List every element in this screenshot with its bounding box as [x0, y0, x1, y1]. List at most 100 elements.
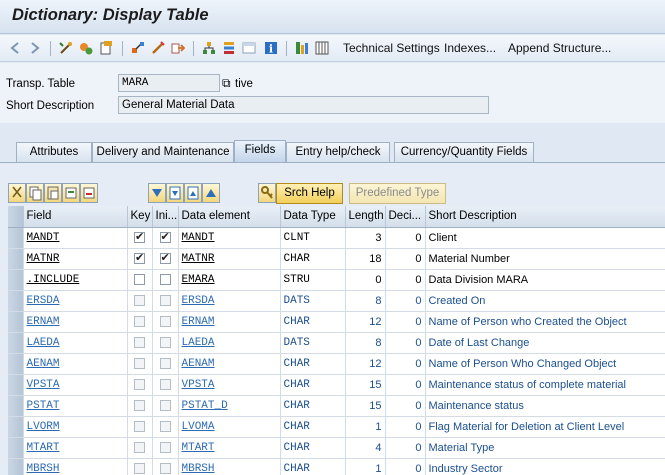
- data-type-cell[interactable]: CLNT: [280, 227, 346, 249]
- initial-cell[interactable]: [152, 332, 179, 354]
- key-cell[interactable]: [127, 458, 153, 475]
- data-type-cell[interactable]: STRU: [280, 269, 346, 291]
- field-name-cell[interactable]: VPSTA: [23, 374, 128, 396]
- key-cell[interactable]: [127, 290, 153, 312]
- decimals-cell[interactable]: 0: [385, 374, 426, 396]
- decimals-cell[interactable]: 0: [385, 269, 426, 291]
- data-element[interactable]: ERNAM: [182, 316, 215, 328]
- length-cell[interactable]: 15: [345, 374, 386, 396]
- data-type-cell[interactable]: CHAR: [280, 311, 346, 333]
- short-description-cell[interactable]: Material Number: [425, 248, 665, 270]
- table-row[interactable]: LAEDA LAEDA DATS 8 0 Date of Last Change: [8, 332, 665, 354]
- display-change-icon[interactable]: [58, 40, 74, 56]
- tab-entry-help-check[interactable]: Entry help/check: [286, 142, 390, 162]
- initial-cell[interactable]: [152, 437, 179, 459]
- data-element-cell[interactable]: AENAM: [178, 353, 281, 375]
- table-row[interactable]: MANDT ✔ ✔ MANDT CLNT 3 0 Client: [8, 227, 665, 249]
- data-element-cell[interactable]: MBRSH: [178, 458, 281, 475]
- row-selector[interactable]: [8, 269, 24, 291]
- short-description-cell[interactable]: Date of Last Change: [425, 332, 665, 354]
- data-element[interactable]: VPSTA: [182, 379, 215, 391]
- key-checkbox[interactable]: [134, 379, 145, 391]
- indexes-button[interactable]: Indexes...: [444, 41, 496, 55]
- key-checkbox[interactable]: ✔: [134, 230, 145, 244]
- decimals-cell[interactable]: 0: [385, 416, 426, 438]
- initial-values-checkbox[interactable]: [159, 463, 171, 475]
- decimals-cell[interactable]: 0: [385, 311, 426, 333]
- data-element[interactable]: EMARA: [182, 274, 215, 286]
- initial-values-checkbox[interactable]: [159, 442, 171, 454]
- srch-help-button[interactable]: Srch Help: [276, 183, 343, 204]
- object-list-icon[interactable]: [150, 40, 166, 56]
- field-name[interactable]: MANDT: [27, 232, 60, 244]
- activate-icon[interactable]: [98, 40, 114, 56]
- field-name-cell[interactable]: ERSDA: [23, 290, 128, 312]
- short-description-cell[interactable]: Created On: [425, 290, 665, 312]
- data-element[interactable]: MBRSH: [182, 463, 215, 475]
- field-name-cell[interactable]: MANDT: [23, 227, 128, 249]
- key-checkbox[interactable]: [134, 337, 145, 349]
- column-header-decimals[interactable]: Deci...: [385, 206, 426, 228]
- initial-cell[interactable]: [152, 269, 179, 291]
- field-name[interactable]: VPSTA: [27, 379, 60, 391]
- delete-row-icon[interactable]: [80, 183, 98, 203]
- data-element[interactable]: MTART: [182, 442, 215, 454]
- cut-icon[interactable]: [8, 183, 26, 203]
- short-description-cell[interactable]: Data Division MARA: [425, 269, 665, 291]
- row-selector[interactable]: [8, 248, 24, 270]
- field-name-cell[interactable]: MBRSH: [23, 458, 128, 475]
- table-row[interactable]: PSTAT PSTAT_D CHAR 15 0 Maintenance status: [8, 395, 665, 417]
- initial-cell[interactable]: [152, 290, 179, 312]
- length-cell[interactable]: 0: [345, 269, 386, 291]
- data-element[interactable]: LVOMA: [182, 421, 215, 433]
- data-type-cell[interactable]: CHAR: [280, 437, 346, 459]
- length-cell[interactable]: 3: [345, 227, 386, 249]
- data-element[interactable]: MANDT: [182, 232, 215, 244]
- short-description-cell[interactable]: Client: [425, 227, 665, 249]
- key-cell[interactable]: [127, 416, 153, 438]
- data-element-cell[interactable]: PSTAT_D: [178, 395, 281, 417]
- tab-currency-quantity-fields[interactable]: Currency/Quantity Fields: [394, 142, 534, 162]
- column-header-length[interactable]: Length: [345, 206, 386, 228]
- key-checkbox[interactable]: [134, 421, 145, 433]
- data-type-cell[interactable]: DATS: [280, 290, 346, 312]
- table-row[interactable]: MBRSH MBRSH CHAR 1 0 Industry Sector: [8, 458, 665, 475]
- length-cell[interactable]: 1: [345, 416, 386, 438]
- data-type-cell[interactable]: CHAR: [280, 248, 346, 270]
- key-cell[interactable]: [127, 437, 153, 459]
- field-name-cell[interactable]: .INCLUDE: [23, 269, 128, 291]
- row-selector[interactable]: [8, 290, 24, 312]
- navigation-icon[interactable]: [170, 40, 186, 56]
- key-checkbox[interactable]: [134, 400, 145, 412]
- key-checkbox[interactable]: [134, 316, 145, 328]
- decimals-cell[interactable]: 0: [385, 227, 426, 249]
- key-cell[interactable]: [127, 269, 153, 291]
- column-header-initial[interactable]: Ini...: [152, 206, 179, 228]
- data-type-cell[interactable]: CHAR: [280, 353, 346, 375]
- field-name-cell[interactable]: MTART: [23, 437, 128, 459]
- tab-fields[interactable]: Fields: [234, 140, 286, 162]
- data-element[interactable]: ERSDA: [182, 295, 215, 307]
- initial-cell[interactable]: [152, 311, 179, 333]
- length-cell[interactable]: 12: [345, 353, 386, 375]
- field-name-cell[interactable]: ERNAM: [23, 311, 128, 333]
- predefined-type-button[interactable]: Predefined Type: [349, 183, 446, 204]
- data-element[interactable]: PSTAT_D: [182, 400, 228, 412]
- short-description-cell[interactable]: Maintenance status of complete material: [425, 374, 665, 396]
- field-name-cell[interactable]: LAEDA: [23, 332, 128, 354]
- table-row[interactable]: ERNAM ERNAM CHAR 12 0 Name of Person who Crea…: [8, 311, 665, 333]
- field-name[interactable]: AENAM: [27, 358, 60, 370]
- short-description-cell[interactable]: Name of Person who Created the Object: [425, 311, 665, 333]
- initial-values-checkbox[interactable]: ✔: [159, 230, 171, 244]
- column-header-field[interactable]: Field: [23, 206, 128, 228]
- data-type-cell[interactable]: CHAR: [280, 395, 346, 417]
- next-page-icon[interactable]: [166, 183, 184, 203]
- key-cell[interactable]: [127, 395, 153, 417]
- initial-cell[interactable]: ✔: [152, 227, 179, 249]
- field-name-cell[interactable]: AENAM: [23, 353, 128, 375]
- field-name[interactable]: LAEDA: [27, 337, 60, 349]
- key-checkbox[interactable]: [134, 295, 145, 307]
- column-header-short-description[interactable]: Short Description: [425, 206, 665, 228]
- row-selector[interactable]: [8, 227, 24, 249]
- length-cell[interactable]: 8: [345, 290, 386, 312]
